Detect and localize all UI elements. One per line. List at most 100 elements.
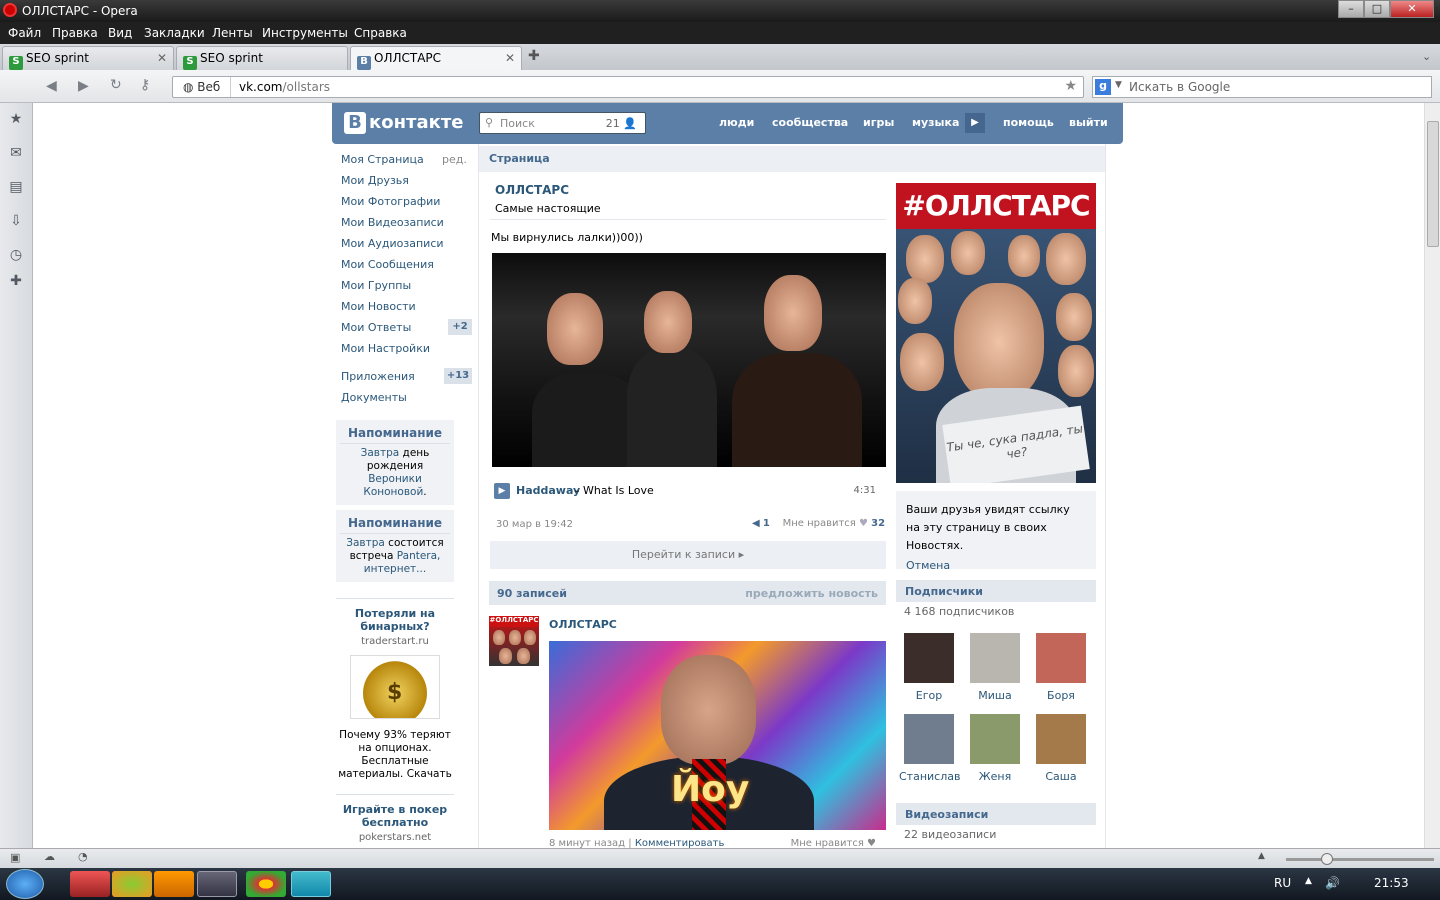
nav-logout[interactable]: выйти <box>1069 116 1108 129</box>
tab-close-icon[interactable]: ✕ <box>157 51 167 65</box>
post-author-name[interactable]: ОЛЛСТАРС <box>549 618 617 631</box>
bookmarks-star-icon[interactable]: ★ <box>8 111 24 127</box>
nav-my-photos[interactable]: Мои Фотографии <box>341 195 440 208</box>
nav-my-settings[interactable]: Мои Настройки <box>341 342 430 355</box>
nav-apps[interactable]: Приложения <box>341 370 415 383</box>
audio-play-icon[interactable]: ▶ <box>494 483 510 499</box>
ad-binary[interactable]: Потеряли на бинарных? traderstart.ru $ П… <box>336 598 454 781</box>
cancel-link[interactable]: Отмена <box>906 559 1086 572</box>
menu-bookmarks[interactable]: Закладки <box>144 26 205 40</box>
odnoklassniki-icon[interactable] <box>154 871 194 897</box>
reminder-link[interactable]: Завтра <box>346 537 385 549</box>
tab-ollstars[interactable]: B ОЛЛСТАРС ✕ <box>350 46 522 70</box>
suggest-news-link[interactable]: предложить новость <box>745 587 878 600</box>
subscriber-name[interactable]: Саша <box>1031 770 1091 783</box>
volume-icon[interactable]: 🔊 <box>1325 876 1340 890</box>
reload-icon[interactable]: ↻ <box>110 77 122 93</box>
address-bar[interactable]: ◍ Веб vk.com/ollstars ★ <box>172 76 1084 98</box>
tab-seo-sprint-2[interactable]: S SEO sprint <box>176 46 348 70</box>
subscriber-borya[interactable]: Боря <box>1031 633 1091 702</box>
bookmark-star-icon[interactable]: ★ <box>1064 78 1077 94</box>
menu-help[interactable]: Справка <box>354 26 407 40</box>
tab-menu-chevron-icon[interactable]: ⌄ <box>1422 50 1431 63</box>
subscriber-stanislav[interactable]: Станислав <box>899 714 960 783</box>
nav-documents[interactable]: Документы <box>341 391 407 404</box>
heart-icon[interactable]: ♥ <box>859 518 868 529</box>
chrome-icon[interactable] <box>246 871 286 897</box>
nav-my-messages[interactable]: Мои Сообщения <box>341 258 434 271</box>
comment-link[interactable]: Комментировать <box>635 838 725 848</box>
nav-my-videos[interactable]: Мои Видеозаписи <box>341 216 444 229</box>
search-engine-chevron-icon[interactable]: ▼ <box>1115 80 1122 90</box>
downloads-icon[interactable]: ⇩ <box>8 213 24 229</box>
start-button[interactable] <box>6 869 44 899</box>
like-label[interactable]: Мне нравится <box>783 518 856 529</box>
music-play-icon[interactable]: ▶ <box>965 113 985 133</box>
subscriber-name[interactable]: Егор <box>899 689 959 702</box>
audio-artist[interactable]: Haddaway <box>516 484 580 497</box>
nav-help[interactable]: помощь <box>1003 116 1054 129</box>
history-icon[interactable]: ◷ <box>8 247 24 263</box>
subscriber-sasha[interactable]: Саша <box>1031 714 1091 783</box>
avatar[interactable] <box>1036 714 1086 764</box>
taskbar-app-icon[interactable] <box>112 871 152 897</box>
clock[interactable]: 21:53 <box>1374 876 1409 890</box>
back-icon[interactable]: ◀ <box>46 78 57 94</box>
post-date[interactable]: 30 мар в 19:42 <box>496 519 573 530</box>
video-thumbnail[interactable] <box>492 253 886 467</box>
post-time[interactable]: 8 минут назад <box>549 838 625 848</box>
subscriber-egor[interactable]: Егор <box>899 633 959 702</box>
nav-my-answers[interactable]: Мои Ответы <box>341 321 411 334</box>
menu-edit[interactable]: Правка <box>52 26 98 40</box>
go-to-post-button[interactable]: Перейти к записи ▸ <box>490 541 886 569</box>
nav-people[interactable]: люди <box>719 116 754 129</box>
avatar[interactable] <box>970 633 1020 683</box>
zoom-slider[interactable] <box>1286 858 1434 861</box>
subscriber-zhenya[interactable]: Женя <box>965 714 1025 783</box>
key-icon[interactable]: ⚷ <box>140 77 150 93</box>
subscriber-name[interactable]: Боря <box>1031 689 1091 702</box>
mail-icon[interactable]: ✉ <box>8 145 24 161</box>
post-author-avatar[interactable]: #ОЛЛСТАРС <box>489 616 539 666</box>
vk-search-input[interactable]: ⚲ Поиск 21 👤 <box>479 112 646 134</box>
forward-icon[interactable]: ▶ <box>78 78 89 94</box>
new-tab-icon[interactable]: ✚ <box>528 48 540 64</box>
search-field[interactable]: g ▼ Искать в Google <box>1092 76 1432 98</box>
opera-taskbar-icon[interactable] <box>197 871 237 897</box>
subscriber-name[interactable]: Женя <box>965 770 1025 783</box>
minimize-button[interactable]: – <box>1338 0 1364 18</box>
address-url[interactable]: vk.com/ollstars <box>239 80 330 94</box>
notes-icon[interactable]: ▤ <box>8 179 24 195</box>
share-count[interactable]: 1 <box>763 518 770 529</box>
menu-file[interactable]: Файл <box>8 26 41 40</box>
avatar[interactable] <box>970 714 1020 764</box>
nav-my-friends[interactable]: Мои Друзья <box>341 174 409 187</box>
subscriber-misha[interactable]: Миша <box>965 633 1025 702</box>
nav-my-page[interactable]: Моя Страница <box>341 153 424 166</box>
subscribers-header[interactable]: Подписчики <box>896 580 1096 602</box>
avatar[interactable] <box>904 714 954 764</box>
avatar[interactable] <box>904 633 954 683</box>
like-count[interactable]: 32 <box>871 518 885 529</box>
nav-edit-link[interactable]: ред. <box>442 153 467 166</box>
tab-seo-sprint-1[interactable]: S SEO sprint ✕ <box>2 46 174 70</box>
turbo-cloud-icon[interactable]: ☁ <box>44 850 55 863</box>
panel-toggle-icon[interactable]: ▣ <box>10 851 20 864</box>
ad-poker[interactable]: Играйте в покер бесплатно pokerstars.net <box>336 794 454 843</box>
avatar[interactable] <box>1036 633 1086 683</box>
post-like[interactable]: Мне нравится ♥ <box>791 838 876 848</box>
menu-view[interactable]: Вид <box>108 26 132 40</box>
reminder-person-link[interactable]: Вероники Кононовой <box>363 473 423 498</box>
language-indicator[interactable]: RU <box>1274 876 1291 890</box>
page-scrollbar[interactable] <box>1424 103 1440 848</box>
apps-badge[interactable]: +13 <box>444 368 472 384</box>
zoom-slider-thumb[interactable] <box>1321 853 1333 865</box>
skype-icon[interactable] <box>291 871 331 897</box>
answers-badge[interactable]: +2 <box>448 319 472 335</box>
reminder-link[interactable]: Завтра <box>361 447 400 459</box>
subscriber-name[interactable]: Миша <box>965 689 1025 702</box>
share-icon[interactable]: ◀ <box>752 518 760 529</box>
add-panel-icon[interactable]: ✚ <box>8 273 24 289</box>
web-badge[interactable]: ◍ Веб <box>173 77 231 97</box>
tray-expand-icon[interactable]: ▲ <box>1305 876 1312 886</box>
